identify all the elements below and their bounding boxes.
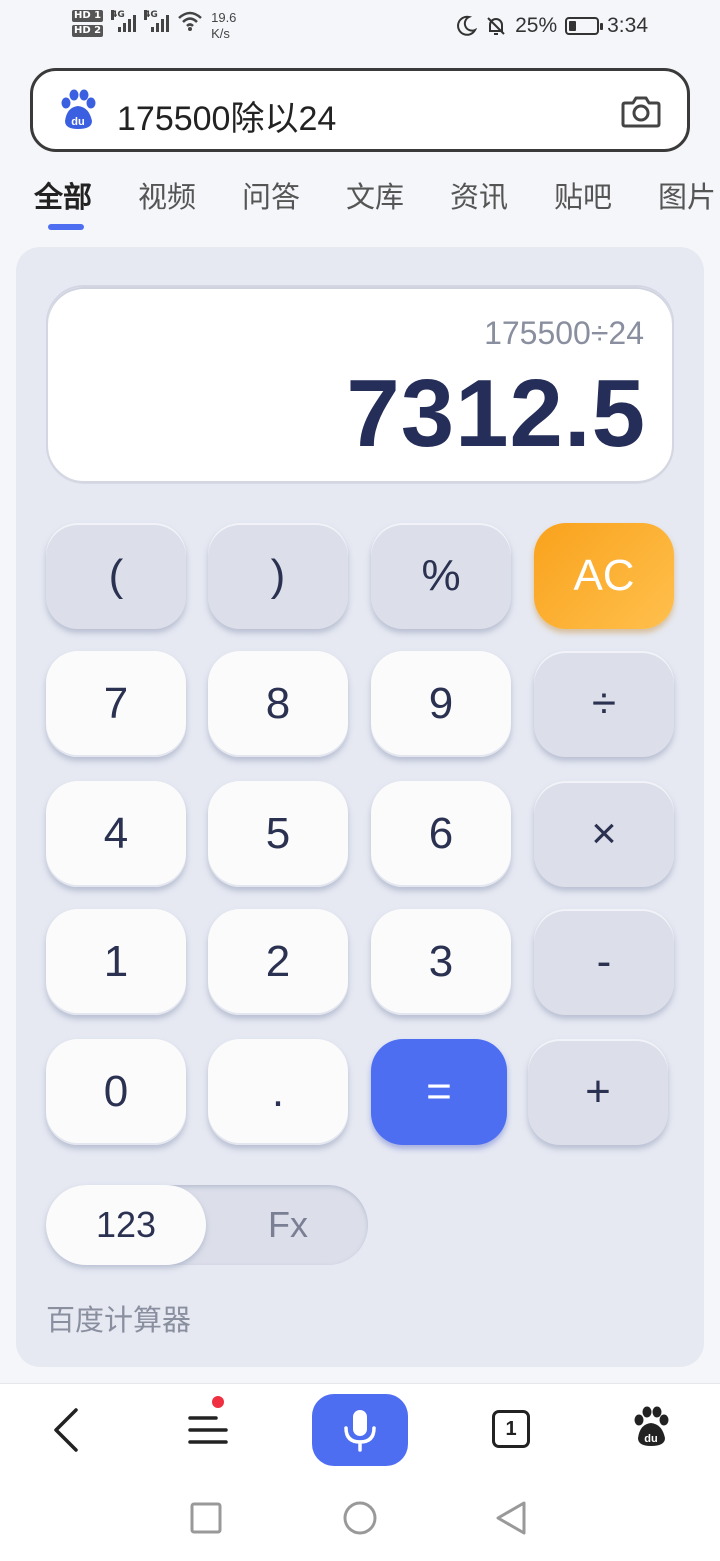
key-divide[interactable]: ÷ <box>534 651 674 757</box>
baidu-home-icon[interactable]: du <box>630 1406 672 1448</box>
key-1[interactable]: 1 <box>46 909 186 1015</box>
tab-qa[interactable]: 问答 <box>242 174 300 216</box>
camera-icon[interactable] <box>621 93 661 129</box>
key-0[interactable]: 0 <box>46 1039 186 1145</box>
key-decimal[interactable]: . <box>208 1039 348 1145</box>
tab-news[interactable]: 资讯 <box>450 174 508 216</box>
tab-video[interactable]: 视频 <box>138 174 196 216</box>
menu-icon[interactable] <box>186 1410 230 1450</box>
search-query[interactable]: 175500除以24 <box>117 91 336 140</box>
key-5[interactable]: 5 <box>208 781 348 887</box>
microphone-icon <box>344 1410 376 1452</box>
tab-all[interactable]: 全部 <box>34 174 92 216</box>
home-icon[interactable] <box>342 1500 378 1536</box>
key-multiply[interactable]: × <box>534 781 674 887</box>
key-plus[interactable]: + <box>528 1039 668 1145</box>
status-bar: HD 1 HD 2 4G 4G 19.6 K/s 25% 3:34 <box>0 0 720 56</box>
tabs-count: 1 <box>505 1417 517 1440</box>
calculator-card: 175500÷24 7312.5 ( ) % AC 7 8 9 ÷ 4 5 6 … <box>16 247 704 1367</box>
key-open-paren[interactable]: ( <box>46 523 186 629</box>
system-nav-bar <box>0 1494 720 1554</box>
status-left: HD 1 HD 2 4G 4G 19.6 K/s <box>72 10 236 42</box>
bell-muted-icon <box>487 17 505 35</box>
search-tabs: 全部 视频 问答 文库 资讯 贴吧 图片 <box>0 170 720 230</box>
key-2[interactable]: 2 <box>208 909 348 1015</box>
svg-text:du: du <box>71 116 84 128</box>
battery-icon <box>565 17 604 35</box>
baidu-paw-logo-icon: du <box>61 89 96 129</box>
calculator-display: 175500÷24 7312.5 <box>46 285 674 483</box>
key-3[interactable]: 3 <box>371 909 511 1015</box>
key-9[interactable]: 9 <box>371 651 511 757</box>
notification-dot <box>212 1396 224 1408</box>
clock: 3:34 <box>607 14 648 37</box>
key-equals[interactable]: = <box>371 1039 507 1145</box>
bottom-nav: 1 du <box>0 1383 720 1561</box>
key-all-clear[interactable]: AC <box>534 523 674 629</box>
key-percent[interactable]: % <box>371 523 511 629</box>
key-6[interactable]: 6 <box>371 781 511 887</box>
mode-function-button[interactable]: Fx <box>208 1185 368 1265</box>
tab-tieba[interactable]: 贴吧 <box>554 174 612 216</box>
key-minus[interactable]: - <box>534 909 674 1015</box>
key-4[interactable]: 4 <box>46 781 186 887</box>
tabs-count-button[interactable]: 1 <box>492 1410 530 1448</box>
hd-label-1: HD 1 <box>72 10 104 22</box>
calculator-expression: 175500÷24 <box>484 315 644 351</box>
calculator-result: 7312.5 <box>346 360 646 467</box>
hd-indicators: HD 1 HD 2 <box>72 10 104 37</box>
signal-icon-2: 4G <box>144 10 170 32</box>
voice-search-button[interactable] <box>312 1394 408 1466</box>
battery-percent: 25% <box>515 14 558 37</box>
tab-images[interactable]: 图片 <box>658 174 716 216</box>
calculator-label: 百度计算器 <box>46 1303 192 1337</box>
key-close-paren[interactable]: ) <box>208 523 348 629</box>
key-8[interactable]: 8 <box>208 651 348 757</box>
back-icon[interactable] <box>46 1406 86 1454</box>
wifi-icon <box>178 11 202 31</box>
mode-basic-button[interactable]: 123 <box>46 1185 206 1265</box>
network-speed: 19.6 K/s <box>211 10 237 41</box>
moon-icon <box>457 15 478 36</box>
tab-wenku[interactable]: 文库 <box>346 174 404 216</box>
active-tab-indicator <box>48 224 84 230</box>
calculator-mode-toggle[interactable]: 123 Fx <box>46 1185 368 1265</box>
status-right: 25% 3:34 <box>455 14 648 38</box>
svg-text:du: du <box>644 1433 657 1445</box>
hd-label-2: HD 2 <box>72 25 104 37</box>
key-7[interactable]: 7 <box>46 651 186 757</box>
recent-apps-icon[interactable] <box>190 1502 222 1534</box>
search-bar[interactable]: du 175500除以24 <box>30 68 690 152</box>
signal-icon-1: 4G <box>111 10 137 32</box>
back-triangle-icon[interactable] <box>494 1500 528 1536</box>
